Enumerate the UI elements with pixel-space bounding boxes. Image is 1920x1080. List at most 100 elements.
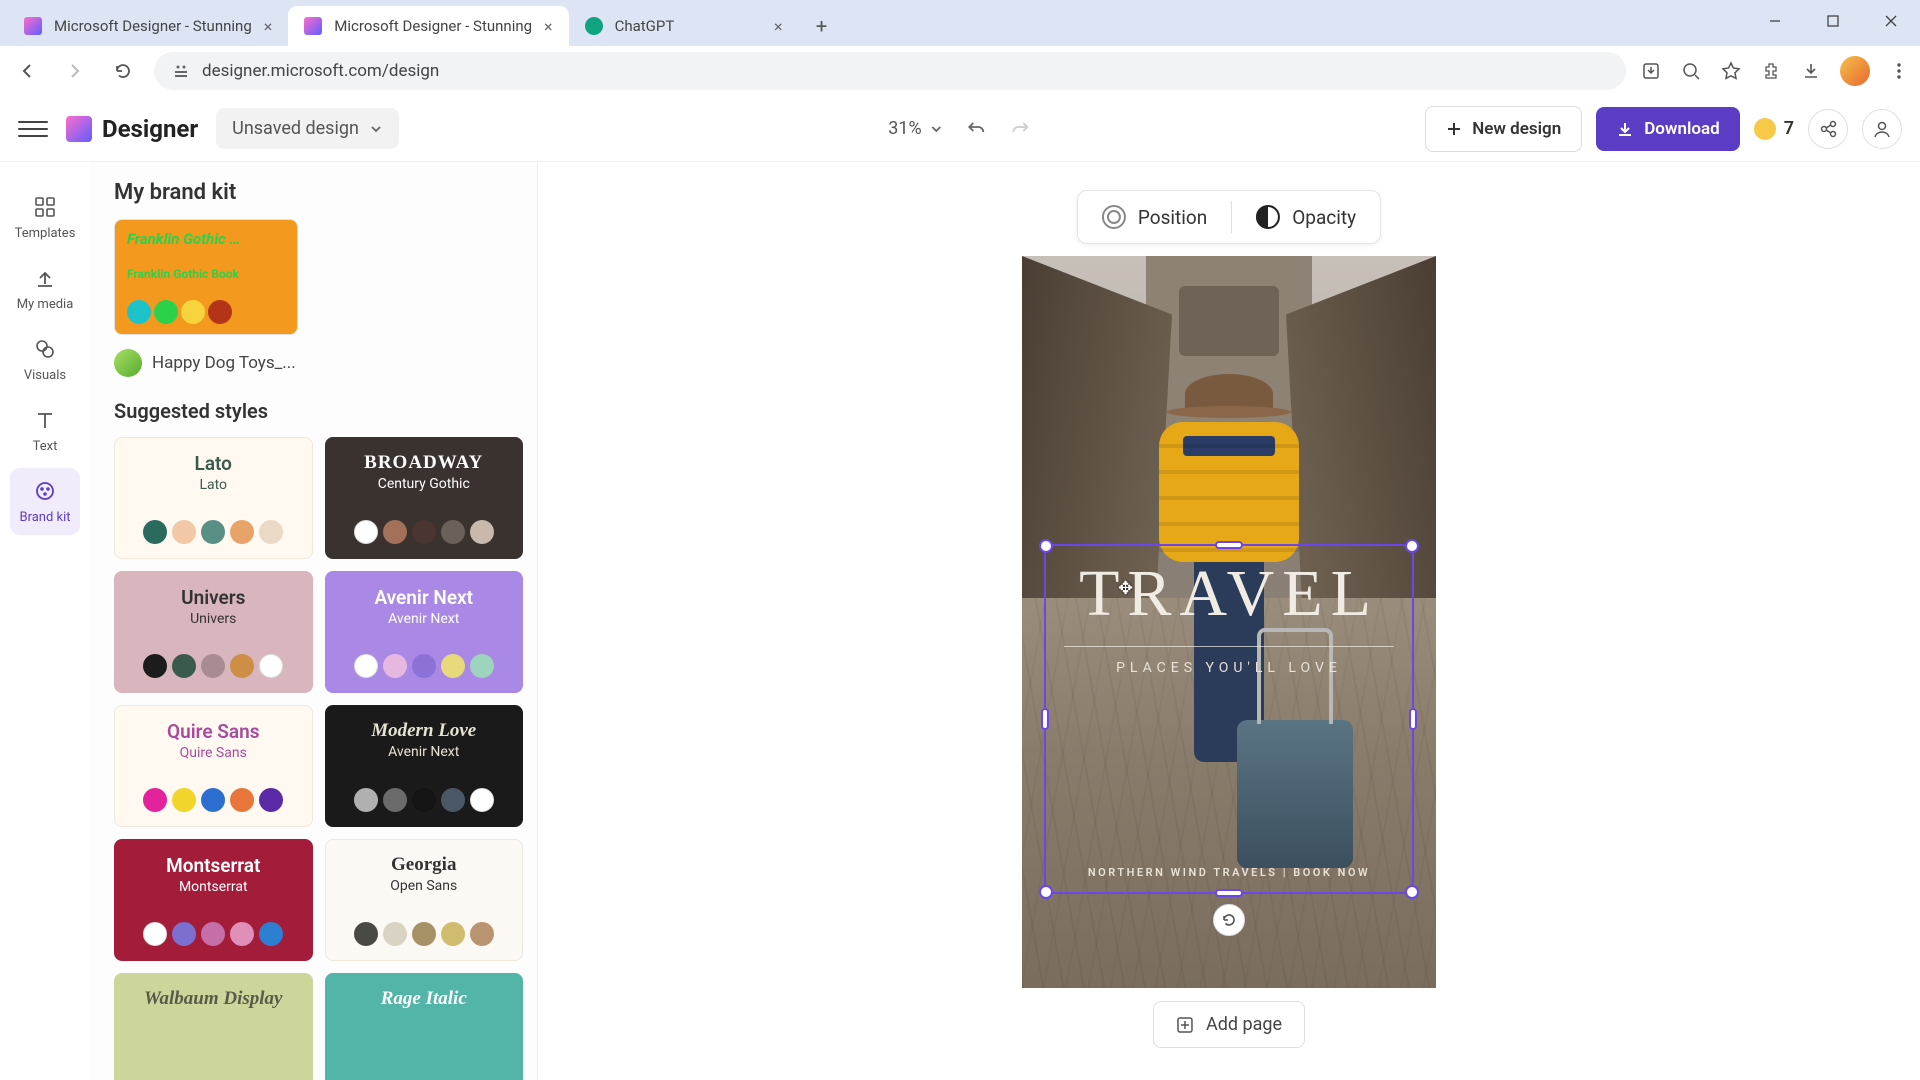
swatch: [383, 922, 407, 946]
extensions-icon[interactable]: [1760, 60, 1782, 82]
coin-icon: [1754, 118, 1776, 140]
reload-button[interactable]: [106, 54, 140, 88]
style-swatches: [354, 654, 494, 678]
rail-my-media[interactable]: My media: [10, 255, 80, 322]
style-card[interactable]: Walbaum Display: [114, 973, 313, 1080]
chatgpt-favicon-icon: [585, 17, 603, 35]
canvas-area[interactable]: Position Opacity TRAVEL: [538, 162, 1920, 1080]
style-card[interactable]: MontserratMontserrat: [114, 839, 313, 961]
rail-label: Brand kit: [19, 510, 70, 525]
back-button[interactable]: [10, 54, 44, 88]
style-font-primary: Lato: [195, 452, 232, 475]
resize-handle-mr[interactable]: [1409, 708, 1417, 730]
swatch: [154, 300, 178, 324]
button-label: New design: [1472, 119, 1561, 139]
logo-icon: [66, 116, 92, 142]
minimize-button[interactable]: [1746, 0, 1804, 42]
style-card[interactable]: UniversUnivers: [114, 571, 313, 693]
swatch: [201, 922, 225, 946]
style-card[interactable]: BROADWAYCentury Gothic: [325, 437, 524, 559]
position-button[interactable]: Position: [1078, 191, 1231, 243]
forward-button[interactable]: [58, 54, 92, 88]
style-card[interactable]: LatoLato: [114, 437, 313, 559]
selection-box[interactable]: [1044, 544, 1414, 894]
button-label: Opacity: [1292, 206, 1356, 229]
rail-brand-kit[interactable]: Brand kit: [10, 468, 80, 535]
brand-kit-card[interactable]: Franklin Gothic … Franklin Gothic Book: [114, 219, 298, 335]
swatch: [470, 654, 494, 678]
style-font-secondary: Open Sans: [390, 878, 457, 894]
rail-label: Text: [33, 439, 58, 454]
style-font-secondary: Century Gothic: [378, 476, 470, 492]
style-card[interactable]: Quire SansQuire Sans: [114, 705, 313, 827]
design-name-dropdown[interactable]: Unsaved design: [216, 108, 399, 149]
browser-tab[interactable]: Microsoft Designer - Stunning ×: [288, 6, 568, 46]
close-icon[interactable]: ×: [544, 17, 553, 36]
new-tab-button[interactable]: +: [807, 11, 837, 41]
install-app-icon[interactable]: [1640, 60, 1662, 82]
resize-handle-bl[interactable]: [1039, 885, 1053, 899]
style-swatches: [354, 520, 494, 544]
brand-kit-panel: My brand kit Franklin Gothic … Franklin …: [90, 162, 538, 1080]
credits-badge[interactable]: 7: [1754, 118, 1794, 140]
rail-visuals[interactable]: Visuals: [10, 326, 80, 393]
style-font-primary: Georgia: [391, 854, 456, 876]
resize-handle-ml[interactable]: [1041, 708, 1049, 730]
kit-thumbnail-icon: [114, 349, 142, 377]
resize-handle-tm[interactable]: [1215, 541, 1243, 549]
hamburger-menu-button[interactable]: [18, 121, 48, 137]
swatch: [441, 922, 465, 946]
new-design-button[interactable]: New design: [1425, 106, 1582, 152]
close-icon[interactable]: ×: [264, 17, 273, 36]
style-swatches: [354, 922, 494, 946]
swatch: [412, 922, 436, 946]
bookmark-icon[interactable]: [1720, 60, 1742, 82]
resize-handle-tl[interactable]: [1039, 539, 1053, 553]
address-bar: designer.microsoft.com/design: [0, 46, 1920, 96]
browser-tab[interactable]: Microsoft Designer - Stunning ×: [8, 6, 288, 46]
add-page-button[interactable]: Add page: [1153, 1001, 1305, 1048]
site-info-icon[interactable]: [172, 62, 190, 80]
undo-button[interactable]: [966, 118, 988, 140]
zoom-icon[interactable]: [1680, 60, 1702, 82]
account-button[interactable]: [1862, 109, 1902, 149]
button-label: Position: [1138, 206, 1207, 229]
kebab-menu-icon[interactable]: [1888, 60, 1910, 82]
designer-logo[interactable]: Designer: [66, 115, 198, 143]
profile-avatar[interactable]: [1840, 56, 1870, 86]
tool-rail: Templates My media Visuals Text Brand ki…: [0, 162, 90, 1080]
redo-button[interactable]: [1010, 118, 1032, 140]
credits-count: 7: [1784, 118, 1794, 139]
resize-handle-bm[interactable]: [1215, 889, 1243, 897]
swatch: [354, 520, 378, 544]
tab-title: Microsoft Designer - Stunning: [54, 17, 252, 35]
swatch: [143, 922, 167, 946]
rail-label: Visuals: [24, 368, 66, 383]
opacity-button[interactable]: Opacity: [1232, 191, 1380, 243]
style-card[interactable]: Modern LoveAvenir Next: [325, 705, 524, 827]
style-card[interactable]: Georgia Open Sans: [325, 839, 524, 961]
close-icon[interactable]: ×: [774, 17, 783, 36]
design-canvas[interactable]: TRAVEL PLACES YOU'LL LOVE NORTHERN WIND …: [1022, 256, 1436, 988]
download-button[interactable]: Download: [1596, 107, 1739, 151]
brand-kit-icon: [32, 478, 58, 504]
url-field[interactable]: designer.microsoft.com/design: [154, 52, 1626, 90]
maximize-button[interactable]: [1804, 0, 1862, 42]
resize-handle-tr[interactable]: [1405, 539, 1419, 553]
style-card[interactable]: Avenir NextAvenir Next: [325, 571, 524, 693]
zoom-dropdown[interactable]: 31%: [888, 118, 943, 139]
chevron-down-icon: [930, 122, 944, 136]
swatch: [172, 788, 196, 812]
rail-text[interactable]: Text: [10, 397, 80, 464]
rotate-handle[interactable]: [1213, 904, 1245, 936]
share-button[interactable]: [1808, 109, 1848, 149]
position-icon: [1102, 205, 1126, 229]
resize-handle-br[interactable]: [1405, 885, 1419, 899]
brand-kit-row[interactable]: Happy Dog Toys_...: [114, 349, 523, 377]
style-card[interactable]: Rage Italic: [325, 973, 524, 1080]
style-swatches: [143, 654, 283, 678]
close-window-button[interactable]: [1862, 0, 1920, 42]
downloads-icon[interactable]: [1800, 60, 1822, 82]
rail-templates[interactable]: Templates: [10, 184, 80, 251]
browser-tab[interactable]: ChatGPT ×: [569, 6, 799, 46]
